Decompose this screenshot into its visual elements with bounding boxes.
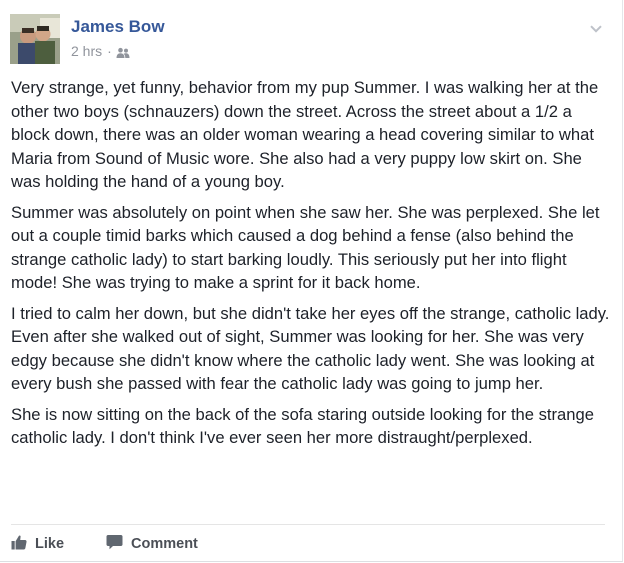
- timestamp[interactable]: 2 hrs: [71, 42, 102, 60]
- like-button[interactable]: Like: [11, 534, 64, 554]
- meta-separator: ·: [107, 43, 112, 59]
- thumbs-up-icon: [11, 534, 27, 554]
- like-label: Like: [35, 536, 65, 552]
- comment-label: Comment: [131, 536, 198, 552]
- post-paragraph: Summer was absolutely on point when she …: [11, 202, 600, 293]
- post-paragraph: Very strange, yet funny, behavior from m…: [11, 78, 599, 191]
- author-name[interactable]: James Bow: [71, 16, 165, 38]
- comment-button[interactable]: Comment: [106, 534, 198, 554]
- avatar[interactable]: [10, 14, 60, 64]
- speech-bubble-icon: [106, 534, 123, 554]
- post-paragraph: She is now sitting on the back of the so…: [11, 404, 594, 448]
- post-meta: 2 hrs ·: [71, 42, 130, 60]
- post-paragraph: I tried to calm her down, but she didn't…: [11, 303, 610, 394]
- post-text: Very strange, yet funny, behavior from m…: [11, 76, 611, 457]
- post-actions: Like Comment: [11, 533, 198, 555]
- post-card: James Bow 2 hrs · Very strange, yet funn…: [0, 0, 623, 562]
- chevron-down-icon[interactable]: [590, 20, 602, 33]
- actions-divider: [11, 524, 605, 525]
- friends-icon[interactable]: [116, 45, 130, 58]
